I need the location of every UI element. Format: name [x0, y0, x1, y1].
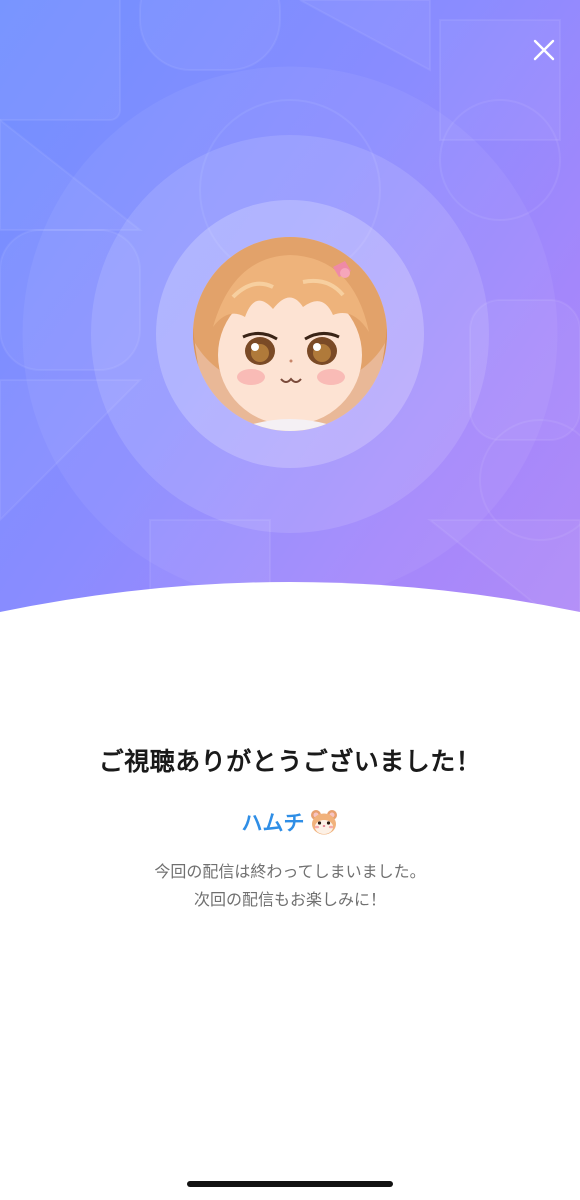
hero-banner	[0, 0, 580, 640]
stream-ended-screen: ご視聴ありがとうございました！ ハムチ 今回の配信は終わってしまいました。 次回…	[0, 0, 580, 1200]
streamer-name[interactable]: ハムチ	[242, 807, 305, 837]
streamer-name-row[interactable]: ハムチ	[242, 806, 339, 838]
end-message-section: ご視聴ありがとうございました！ ハムチ 今回の配信は終わってしまいました。 次回…	[0, 740, 580, 914]
stream-ended-message: 今回の配信は終わってしまいました。 次回の配信もお楽しみに！	[0, 858, 580, 914]
close-button[interactable]	[524, 30, 564, 70]
message-line-1: 今回の配信は終わってしまいました。	[154, 862, 426, 881]
close-icon	[533, 39, 555, 61]
home-indicator[interactable]	[187, 1181, 393, 1187]
message-line-2: 次回の配信もお楽しみに！	[193, 890, 386, 909]
thank-you-title: ご視聴ありがとうございました！	[98, 747, 482, 776]
hamster-icon	[310, 810, 337, 835]
streamer-avatar	[193, 237, 387, 431]
curved-divider	[0, 582, 580, 650]
